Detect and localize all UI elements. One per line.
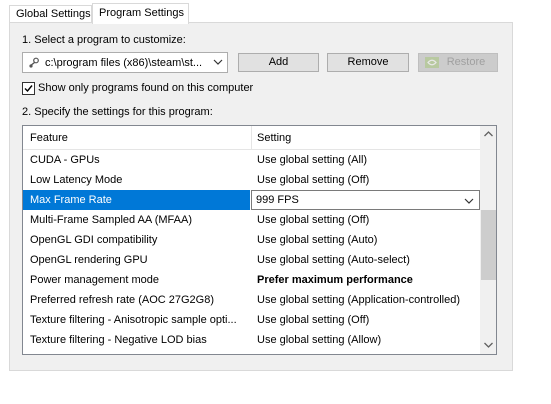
program-select[interactable]: c:\program files (x86)\steam\st...	[22, 52, 228, 73]
scroll-up-button[interactable]	[480, 126, 496, 143]
setting-cell[interactable]: Use global setting (Off)	[257, 314, 369, 326]
setting-cell[interactable]: Use global setting (Allow)	[257, 334, 381, 346]
list-header: Feature Setting	[23, 126, 480, 150]
table-row-selected[interactable]: Max Frame Rate 999 FPS	[23, 190, 480, 210]
setting-cell[interactable]: Use global setting (Off)	[257, 174, 369, 186]
setting-cell[interactable]: Use global setting (Application-controll…	[257, 294, 460, 306]
show-only-found-label[interactable]: Show only programs found on this compute…	[38, 82, 253, 94]
vertical-scrollbar[interactable]	[480, 126, 496, 354]
feature-cell: Power management mode	[30, 274, 160, 286]
add-button[interactable]: Add	[238, 53, 319, 72]
setting-cell[interactable]: Prefer maximum performance	[257, 274, 413, 286]
chevron-up-icon	[484, 131, 493, 137]
scroll-down-button[interactable]	[480, 337, 496, 354]
step1-label: 1. Select a program to customize:	[22, 34, 186, 46]
show-only-found-checkbox[interactable]	[22, 82, 35, 95]
header-feature[interactable]: Feature	[30, 132, 68, 144]
table-row[interactable]: Preferred refresh rate (AOC 27G2G8) Use …	[23, 290, 480, 310]
setting-dropdown-value: 999 FPS	[256, 194, 299, 206]
feature-cell: Preferred refresh rate (AOC 27G2G8)	[30, 294, 215, 306]
table-row[interactable]: Multi-Frame Sampled AA (MFAA) Use global…	[23, 210, 480, 230]
table-row[interactable]: Texture filtering - Anisotropic sample o…	[23, 310, 480, 330]
table-row[interactable]: Low Latency Mode Use global setting (Off…	[23, 170, 480, 190]
setting-cell[interactable]: Use global setting (Auto)	[257, 234, 377, 246]
table-row[interactable]: OpenGL rendering GPU Use global setting …	[23, 250, 480, 270]
feature-cell: OpenGL rendering GPU	[30, 254, 148, 266]
step2-label: 2. Specify the settings for this program…	[22, 106, 213, 118]
feature-cell: Texture filtering - Negative LOD bias	[30, 334, 207, 346]
chevron-down-icon	[484, 342, 493, 348]
setting-cell[interactable]: Use global setting (Off)	[257, 214, 369, 226]
feature-cell: CUDA - GPUs	[30, 154, 100, 166]
restore-label: Restore	[446, 56, 486, 68]
setting-cell[interactable]: Use global setting (Auto-select)	[257, 254, 410, 266]
feature-cell: Multi-Frame Sampled AA (MFAA)	[30, 214, 192, 226]
chevron-down-icon	[213, 57, 223, 67]
program-icon	[28, 57, 40, 69]
tab-global-settings[interactable]: Global Settings	[9, 5, 92, 23]
chevron-down-icon[interactable]	[464, 196, 474, 206]
nvidia-logo-icon	[425, 57, 439, 68]
settings-list[interactable]: Feature Setting CUDA - GPUs Use global s…	[22, 125, 497, 355]
scrollbar-thumb[interactable]	[481, 210, 496, 280]
table-row[interactable]: CUDA - GPUs Use global setting (All)	[23, 150, 480, 170]
program-select-value: c:\program files (x86)\steam\st...	[45, 57, 203, 69]
restore-button[interactable]: Restore	[418, 53, 498, 72]
feature-cell: Texture filtering - Anisotropic sample o…	[30, 314, 237, 326]
checkmark-icon	[24, 85, 33, 93]
feature-cell: Max Frame Rate	[30, 194, 112, 206]
table-row[interactable]: OpenGL GDI compatibility Use global sett…	[23, 230, 480, 250]
setting-cell[interactable]: Use global setting (All)	[257, 154, 367, 166]
header-setting[interactable]: Setting	[257, 132, 291, 144]
tab-program-settings[interactable]: Program Settings	[92, 3, 189, 24]
setting-dropdown[interactable]: 999 FPS	[251, 190, 480, 210]
table-row[interactable]: Texture filtering - Negative LOD bias Us…	[23, 330, 480, 350]
remove-button[interactable]: Remove	[327, 53, 409, 72]
table-row[interactable]: Power management mode Prefer maximum per…	[23, 270, 480, 290]
header-divider	[251, 126, 252, 150]
feature-cell: Low Latency Mode	[30, 174, 123, 186]
feature-cell: OpenGL GDI compatibility	[30, 234, 158, 246]
